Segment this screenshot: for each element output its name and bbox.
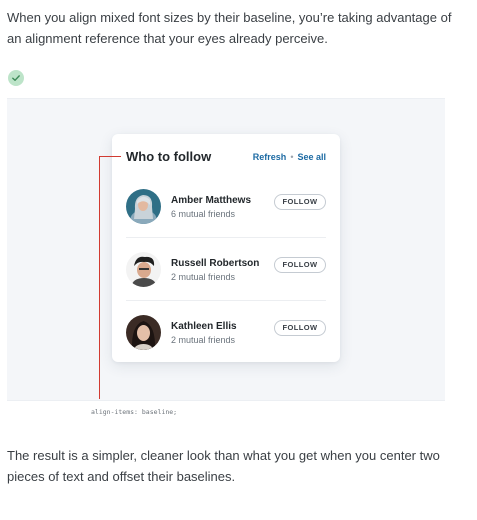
- follow-button[interactable]: FOLLOW: [274, 257, 326, 273]
- avatar: [126, 252, 161, 287]
- list-item: Kathleen Ellis 2 mutual friends FOLLOW: [126, 307, 326, 357]
- list-item: Russell Robertson 2 mutual friends FOLLO…: [126, 244, 326, 294]
- refresh-link[interactable]: Refresh: [253, 152, 287, 162]
- who-to-follow-card: Who to follow Refresh • See all Amber Matt…: [112, 134, 340, 362]
- mutual-friends-count: 6 mutual friends: [171, 209, 236, 219]
- follow-button[interactable]: FOLLOW: [274, 194, 326, 210]
- intro-paragraph: When you align mixed font sizes by their…: [7, 10, 452, 46]
- outro-paragraph: The result is a simpler, cleaner look th…: [7, 448, 440, 484]
- avatar: [126, 315, 161, 350]
- row-divider: [126, 237, 326, 238]
- see-all-link[interactable]: See all: [297, 152, 326, 162]
- follow-button[interactable]: FOLLOW: [274, 320, 326, 336]
- person-name: Russell Robertson: [171, 258, 260, 269]
- check-circle-icon: [8, 70, 24, 86]
- person-name: Kathleen Ellis: [171, 321, 237, 332]
- code-label: align-items: baseline;: [91, 408, 178, 416]
- row-divider: [126, 300, 326, 301]
- mutual-friends-count: 2 mutual friends: [171, 272, 236, 282]
- card-links: Refresh • See all: [253, 152, 326, 162]
- link-separator: •: [290, 152, 294, 162]
- baseline-guide-vertical: [99, 156, 100, 399]
- card-title: Who to follow: [126, 149, 212, 164]
- person-name: Amber Matthews: [171, 195, 252, 206]
- mutual-friends-count: 2 mutual friends: [171, 335, 236, 345]
- list-item: Amber Matthews 6 mutual friends FOLLOW: [126, 181, 326, 231]
- baseline-guide-horizontal: [99, 156, 121, 157]
- avatar: [126, 189, 161, 224]
